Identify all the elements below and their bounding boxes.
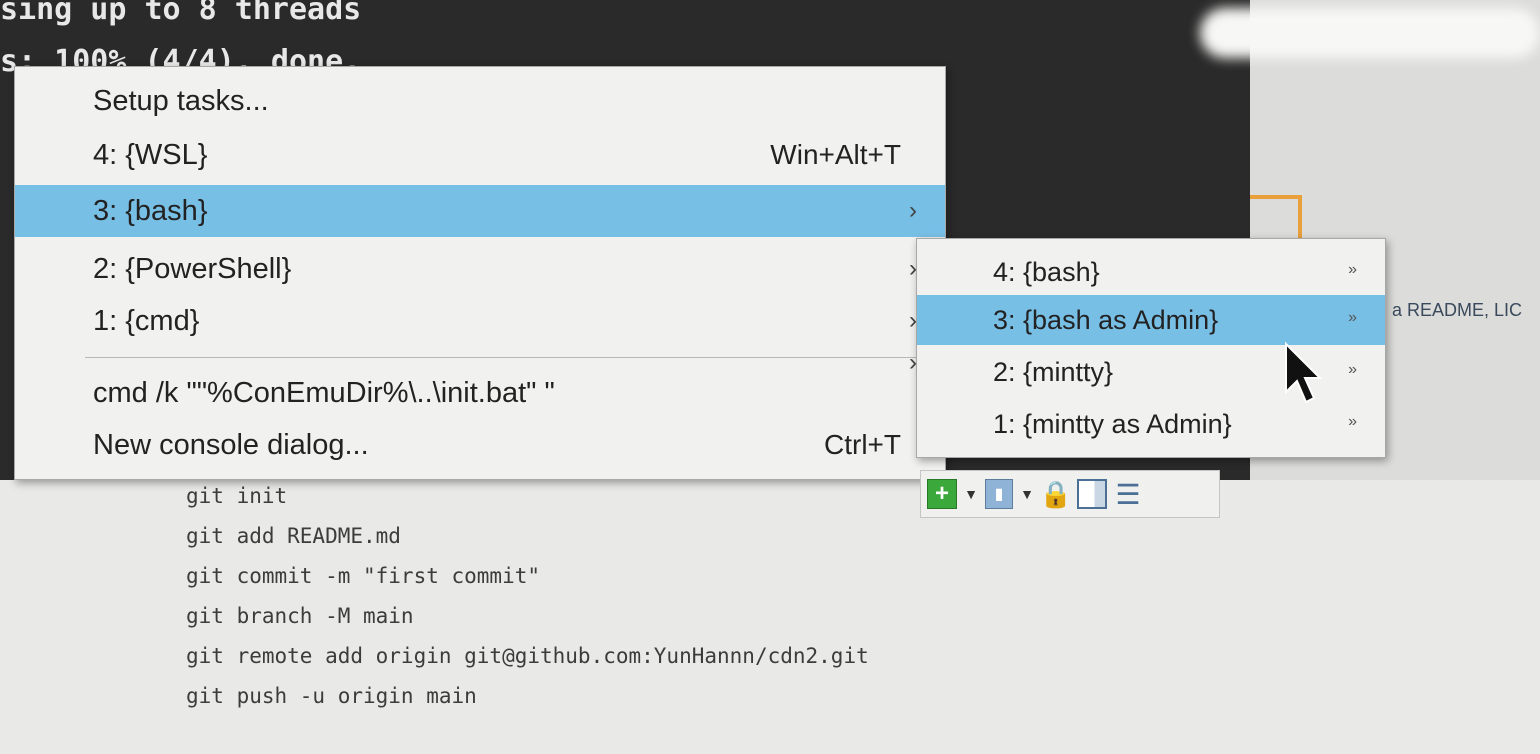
menu-item-label: 2: {PowerShell} bbox=[93, 253, 292, 285]
terminal-icon[interactable]: ▮ bbox=[985, 479, 1013, 509]
menu-item-label: 3: {bash} bbox=[93, 195, 208, 227]
code-line: git init bbox=[186, 484, 288, 508]
menu-item-setup-tasks[interactable]: Setup tasks... bbox=[15, 75, 945, 127]
mouse-cursor-icon bbox=[1285, 342, 1323, 404]
code-line: git add README.md bbox=[186, 524, 401, 548]
submenu-item-label: 4: {bash} bbox=[993, 257, 1100, 287]
menu-item-label: 1: {cmd} bbox=[93, 305, 200, 337]
menu-separator bbox=[85, 357, 925, 358]
git-instructions: git init git add README.md git commit -m… bbox=[186, 476, 869, 716]
double-chevron-icon: » bbox=[1348, 413, 1357, 430]
dropdown-icon[interactable]: ▼ bbox=[963, 478, 979, 510]
menu-icon[interactable]: ☰ bbox=[1113, 478, 1143, 510]
submenu-arrow-icon: › bbox=[909, 197, 917, 224]
page-text-fragment: a README, LIC bbox=[1392, 300, 1523, 320]
split-view-icon[interactable] bbox=[1077, 479, 1107, 509]
menu-item-label: cmd /k ""%ConEmuDir%\..\init.bat" " bbox=[93, 377, 555, 409]
submenu-item-label: 3: {bash as Admin} bbox=[993, 305, 1219, 335]
menu-item-label: 4: {WSL} bbox=[93, 139, 208, 171]
code-line: git branch -M main bbox=[186, 604, 414, 628]
menu-item-wsl[interactable]: 4: {WSL} Win+Alt+T bbox=[15, 129, 945, 181]
code-line: git commit -m "first commit" bbox=[186, 564, 541, 588]
new-console-icon[interactable]: + bbox=[927, 479, 957, 509]
double-chevron-icon: » bbox=[1348, 261, 1357, 278]
submenu-item-label: 2: {mintty} bbox=[993, 357, 1114, 387]
menu-item-bash[interactable]: 3: {bash} › bbox=[15, 185, 945, 237]
menu-item-shortcut: Ctrl+T bbox=[824, 429, 901, 460]
menu-item-label: Setup tasks... bbox=[93, 85, 269, 117]
code-line: git push -u origin main bbox=[186, 684, 477, 708]
conemu-toolbar: + ▼ ▮ ▼ 🔒 ☰ bbox=[920, 470, 1220, 518]
submenu-item-bash-as-admin[interactable]: 3: {bash as Admin} » bbox=[917, 295, 1385, 345]
terminal-line: sing up to 8 threads bbox=[0, 0, 362, 27]
lock-icon[interactable]: 🔒 bbox=[1040, 478, 1072, 510]
double-chevron-icon: » bbox=[1348, 309, 1357, 326]
double-chevron-icon: » bbox=[1348, 361, 1357, 378]
menu-item-label: New console dialog... bbox=[93, 429, 369, 461]
menu-item-init-bat[interactable]: cmd /k ""%ConEmuDir%\..\init.bat" " bbox=[15, 367, 945, 419]
menu-item-shortcut: Win+Alt+T bbox=[770, 139, 901, 170]
menu-item-new-console-dialog[interactable]: New console dialog... Ctrl+T bbox=[15, 419, 945, 471]
screen-glare bbox=[1200, 8, 1540, 58]
dropdown-icon[interactable]: ▼ bbox=[1019, 478, 1035, 510]
submenu-item-mintty-as-admin[interactable]: 1: {mintty as Admin} » bbox=[917, 399, 1385, 449]
submenu-item-label: 1: {mintty as Admin} bbox=[993, 409, 1232, 439]
menu-item-powershell[interactable]: 2: {PowerShell} › bbox=[15, 243, 945, 295]
new-console-menu: Setup tasks... 4: {WSL} Win+Alt+T 3: {ba… bbox=[14, 66, 946, 480]
code-line: git remote add origin git@github.com:Yun… bbox=[186, 644, 869, 668]
submenu-item-bash[interactable]: 4: {bash} » bbox=[917, 247, 1385, 297]
